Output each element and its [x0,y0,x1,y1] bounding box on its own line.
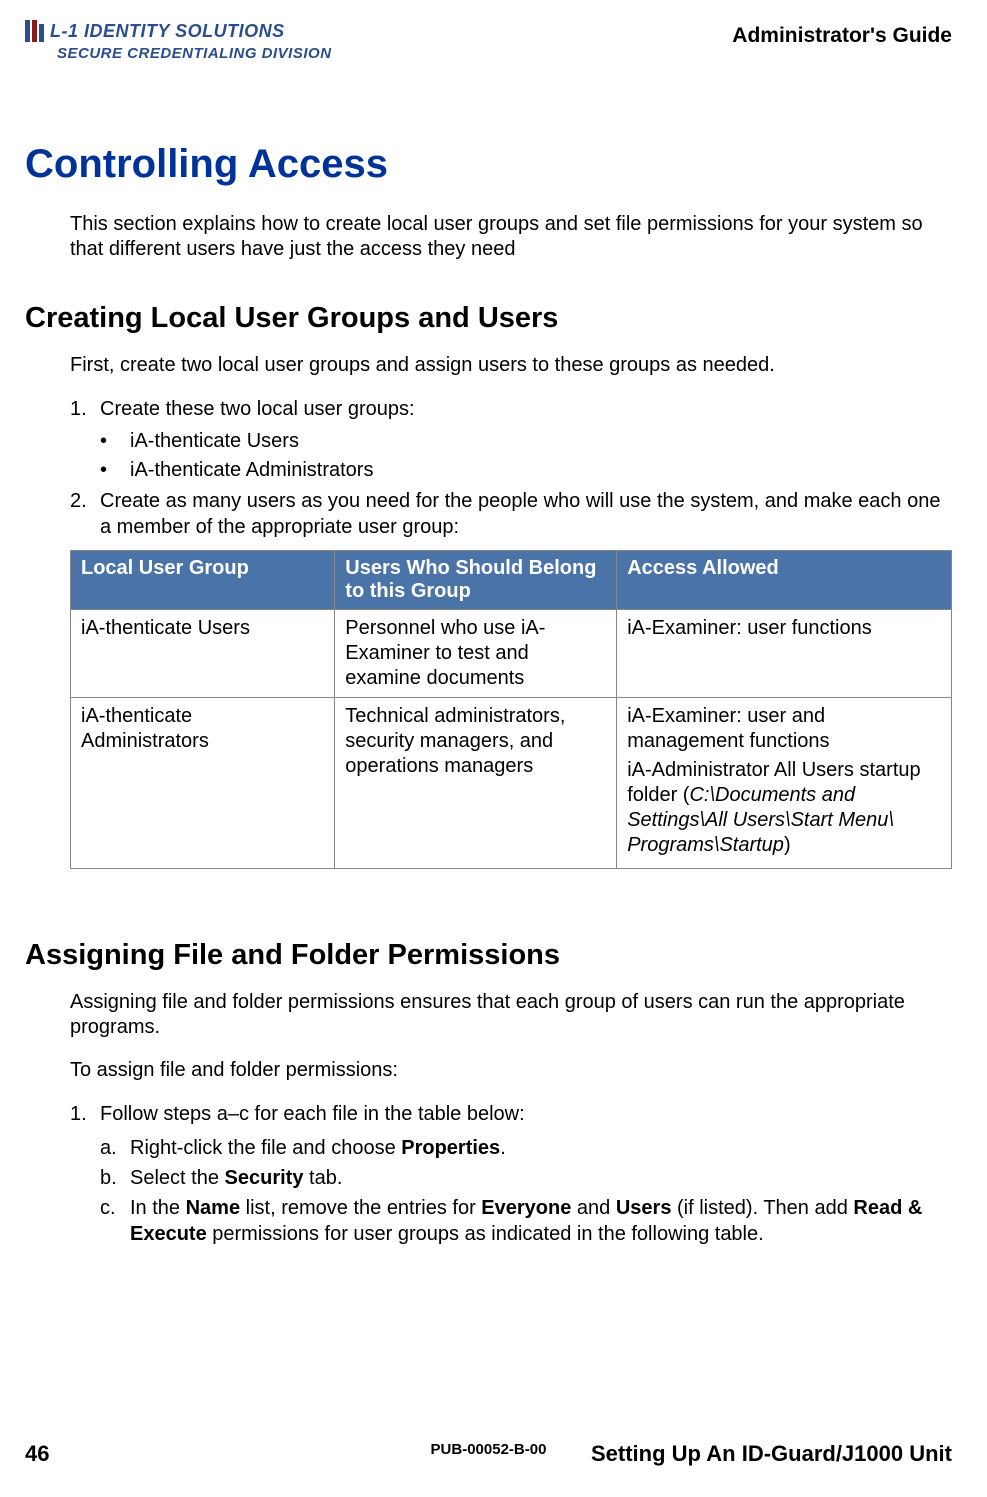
section2-intro: Assigning file and folder permissions en… [70,990,952,1040]
step-2: 2. Create as many users as you need for … [70,488,952,540]
step-1-perms: 1. Follow steps a–c for each file in the… [70,1101,952,1127]
sub-text: In the Name list, remove the entries for… [130,1195,952,1247]
step-number: 1. [70,396,100,422]
page-number: 46 [25,1441,49,1467]
sub-step-a: a. Right-click the file and choose Prope… [100,1135,952,1161]
bullet-icon: • [100,459,130,482]
step-number: 1. [70,1101,100,1127]
step-text: Create as many users as you need for the… [100,488,952,540]
step-text: Create these two local user groups: [100,396,415,422]
sub-step-b: b. Select the Security tab. [100,1165,952,1191]
cell-paragraph: iA-Examiner: user and management functio… [627,704,941,754]
bullet-item: • iA-thenticate Users [100,430,952,453]
cell-paragraph: iA-Administrator All Users startup folde… [627,758,941,858]
step-text: Follow steps a–c for each file in the ta… [100,1101,525,1127]
sub-text: Right-click the file and choose Properti… [130,1135,506,1161]
sub-step-c: c. In the Name list, remove the entries … [100,1195,952,1247]
sub-label: c. [100,1195,130,1247]
bullet-text: iA-thenticate Administrators [130,459,373,482]
footer-section-title: Setting Up An ID-Guard/J1000 Unit [591,1441,952,1467]
table-cell: Technical administrators, security manag… [335,698,617,869]
heading-2-groups: Creating Local User Groups and Users [25,302,952,335]
table-header: Local User Group [71,551,335,610]
document-title: Administrator's Guide [732,20,952,48]
heading-1: Controlling Access [25,142,952,187]
sub-label: b. [100,1165,130,1191]
logo-text-line2: SECURE CREDENTIALING DIVISION [57,45,332,62]
table-row: iA-thenticate Users Personnel who use iA… [71,610,952,698]
page-header: L-1 IDENTITY SOLUTIONS SECURE CREDENTIAL… [25,20,952,62]
sub-text: Select the Security tab. [130,1165,342,1191]
table-header: Access Allowed [617,551,952,610]
company-logo: L-1 IDENTITY SOLUTIONS SECURE CREDENTIAL… [25,20,332,62]
step-1: 1. Create these two local user groups: [70,396,952,422]
logo-text-line1: L-1 IDENTITY SOLUTIONS [50,21,285,42]
heading-2-permissions: Assigning File and Folder Permissions [25,939,952,972]
page-footer: 46 PUB-00052-B-00 Setting Up An ID-Guard… [25,1441,952,1467]
bullet-text: iA-thenticate Users [130,430,299,453]
section1-intro: First, create two local user groups and … [70,353,952,378]
sub-label: a. [100,1135,130,1161]
table-row: iA-thenticate Administrators Technical a… [71,698,952,869]
publication-id: PUB-00052-B-00 [431,1441,547,1458]
bullet-icon: • [100,430,130,453]
bullet-item: • iA-thenticate Administrators [100,459,952,482]
user-groups-table: Local User Group Users Who Should Belong… [70,550,952,869]
table-cell: Personnel who use iA-Examiner to test an… [335,610,617,698]
table-cell: iA-Examiner: user functions [617,610,952,698]
table-cell: iA-thenticate Administrators [71,698,335,869]
table-cell: iA-Examiner: user and management functio… [617,698,952,869]
intro-paragraph: This section explains how to create loca… [70,212,952,262]
table-header: Users Who Should Belong to this Group [335,551,617,610]
step-number: 2. [70,488,100,540]
logo-bars-icon [25,20,44,42]
section2-intro2: To assign file and folder permissions: [70,1058,952,1083]
table-cell: iA-thenticate Users [71,610,335,698]
